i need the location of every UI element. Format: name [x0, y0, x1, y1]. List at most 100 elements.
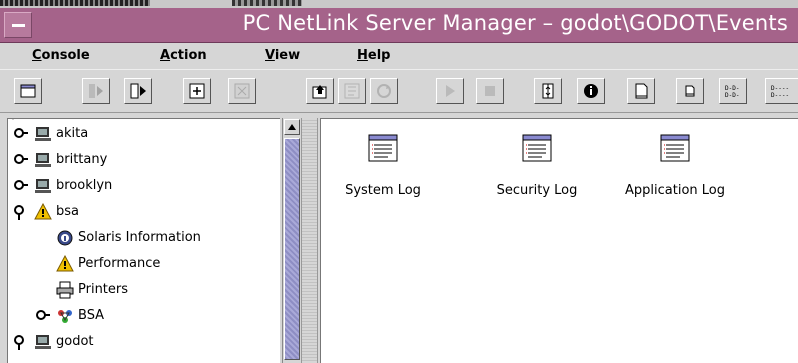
menu-console-mnemonic: C [32, 48, 42, 63]
svg-text:D-D-: D-D- [725, 85, 739, 92]
application-window: PC NetLink Server Manager – godot\GODOT\… [0, 0, 798, 363]
menu-console-label: onsole [41, 48, 90, 63]
tree-node-performance[interactable]: Performance [36, 254, 276, 276]
tree-node-akita[interactable]: akita [14, 124, 254, 146]
svg-text:D----: D---- [771, 85, 789, 92]
menu-help-label: elp [367, 48, 391, 63]
tree-node-godot[interactable]: godot [14, 332, 254, 354]
properties-button[interactable] [338, 78, 366, 104]
large-icons-view-icon [633, 83, 649, 99]
window-menu-button[interactable] [4, 12, 32, 38]
tree-node-bsa[interactable]: bsa [14, 202, 254, 224]
up-level-icon [312, 83, 328, 99]
remove-server-icon [234, 83, 250, 99]
svg-text:D----: D---- [771, 92, 789, 99]
details-view-icon: D---- D---- [771, 83, 789, 99]
log-security-log[interactable]: Security Log [475, 133, 599, 198]
menu-help[interactable]: Help [357, 48, 390, 63]
list-view-icon: D-D- D-D- [725, 83, 741, 99]
disconnect-button[interactable] [82, 78, 110, 104]
menu-view[interactable]: View [265, 48, 300, 63]
large-icons-view-button[interactable] [627, 78, 655, 104]
collapsed-node-icon[interactable] [14, 127, 28, 141]
tree-node-label: Performance [78, 256, 161, 271]
console-button[interactable] [14, 78, 42, 104]
tree-node-label: brooklyn [56, 178, 113, 193]
refresh-icon [376, 83, 392, 99]
network-icon [56, 307, 74, 325]
play-icon [442, 83, 458, 99]
scroll-up-button[interactable] [284, 119, 300, 135]
tree-node-label: BSA [78, 308, 105, 323]
menu-action[interactable]: Action [160, 48, 207, 63]
computer-icon [34, 125, 52, 143]
connect-button[interactable] [124, 78, 152, 104]
log-file-icon [521, 133, 553, 163]
small-icons-view-button[interactable] [676, 78, 704, 104]
add-server-button[interactable] [183, 78, 211, 104]
log-file-icon [659, 133, 691, 163]
tree-node-solaris-information[interactable]: Solaris Information [36, 228, 276, 250]
tree-node-bsa[interactable]: BSA [36, 306, 276, 328]
log-label: Security Log [496, 183, 578, 198]
arrow-up-icon [288, 124, 296, 130]
collapsed-node-icon[interactable] [14, 179, 28, 193]
menu-help-mnemonic: H [357, 48, 368, 63]
menu-bar: Console Action View Help [0, 43, 798, 69]
tree-node-label: bsa [56, 204, 79, 219]
collapsed-node-icon[interactable] [14, 153, 28, 167]
remove-server-button[interactable] [228, 78, 256, 104]
disconnect-icon [88, 83, 104, 99]
tree-node-label: akita [56, 126, 89, 141]
tree-node-brooklyn[interactable]: brooklyn [14, 176, 254, 198]
toolbar: D-D- D-D- D---- D---- [0, 69, 798, 113]
log-label: System Log [345, 183, 421, 198]
list-view-button[interactable]: D-D- D-D- [719, 78, 747, 104]
collapsed-node-icon[interactable] [36, 309, 50, 323]
tree-node-label: godot [56, 334, 94, 349]
menu-console[interactable]: Console [32, 48, 90, 63]
menu-view-label: iew [274, 48, 301, 63]
computer-icon [34, 177, 52, 195]
tree-cutoff-marker-icon [12, 119, 14, 120]
solaris-info-icon [56, 229, 74, 247]
tree-scrollbar[interactable] [282, 118, 301, 363]
details-view-button[interactable]: D---- D---- [765, 78, 798, 104]
refresh-button[interactable] [370, 78, 398, 104]
tree-node-printers[interactable]: Printers [36, 280, 276, 302]
properties-icon [344, 83, 360, 99]
info-icon [583, 83, 599, 99]
small-icons-view-icon [682, 83, 698, 99]
background-window-edge [0, 0, 798, 8]
stop-icon [482, 83, 498, 99]
pane-splitter[interactable] [301, 118, 318, 363]
scroll-thumb[interactable] [284, 138, 300, 360]
log-system-log[interactable]: System Log [321, 133, 445, 198]
log-application-log[interactable]: Application Log [605, 133, 745, 198]
background-window-text [0, 0, 150, 6]
tree-node-label: Printers [78, 282, 129, 297]
log-file-icon [367, 133, 399, 163]
up-level-button[interactable] [306, 78, 334, 104]
tree-node-brittany[interactable]: brittany [14, 150, 254, 172]
expanded-node-icon[interactable] [14, 205, 26, 221]
tree-node-label: brittany [56, 152, 108, 167]
split-pane-icon [540, 83, 556, 99]
connect-icon [130, 83, 146, 99]
info-button[interactable] [577, 78, 605, 104]
split-pane-button[interactable] [534, 78, 562, 104]
console-icon [20, 83, 36, 99]
play-button[interactable] [436, 78, 464, 104]
computer-icon [34, 333, 52, 351]
minus-icon [12, 24, 25, 27]
expanded-node-icon[interactable] [14, 335, 26, 351]
menu-action-mnemonic: A [160, 48, 171, 63]
logs-pane: System Log Security Log Application Log [320, 118, 798, 363]
computer-icon [34, 151, 52, 169]
menu-action-label: ction [170, 48, 207, 63]
title-bar[interactable]: PC NetLink Server Manager – godot\GODOT\… [0, 8, 798, 43]
warning-icon [56, 255, 74, 273]
menu-view-mnemonic: V [265, 48, 275, 63]
navigation-tree[interactable]: akita brittany brooklyn bsa Solaris Informat… [7, 118, 280, 363]
stop-button[interactable] [476, 78, 504, 104]
